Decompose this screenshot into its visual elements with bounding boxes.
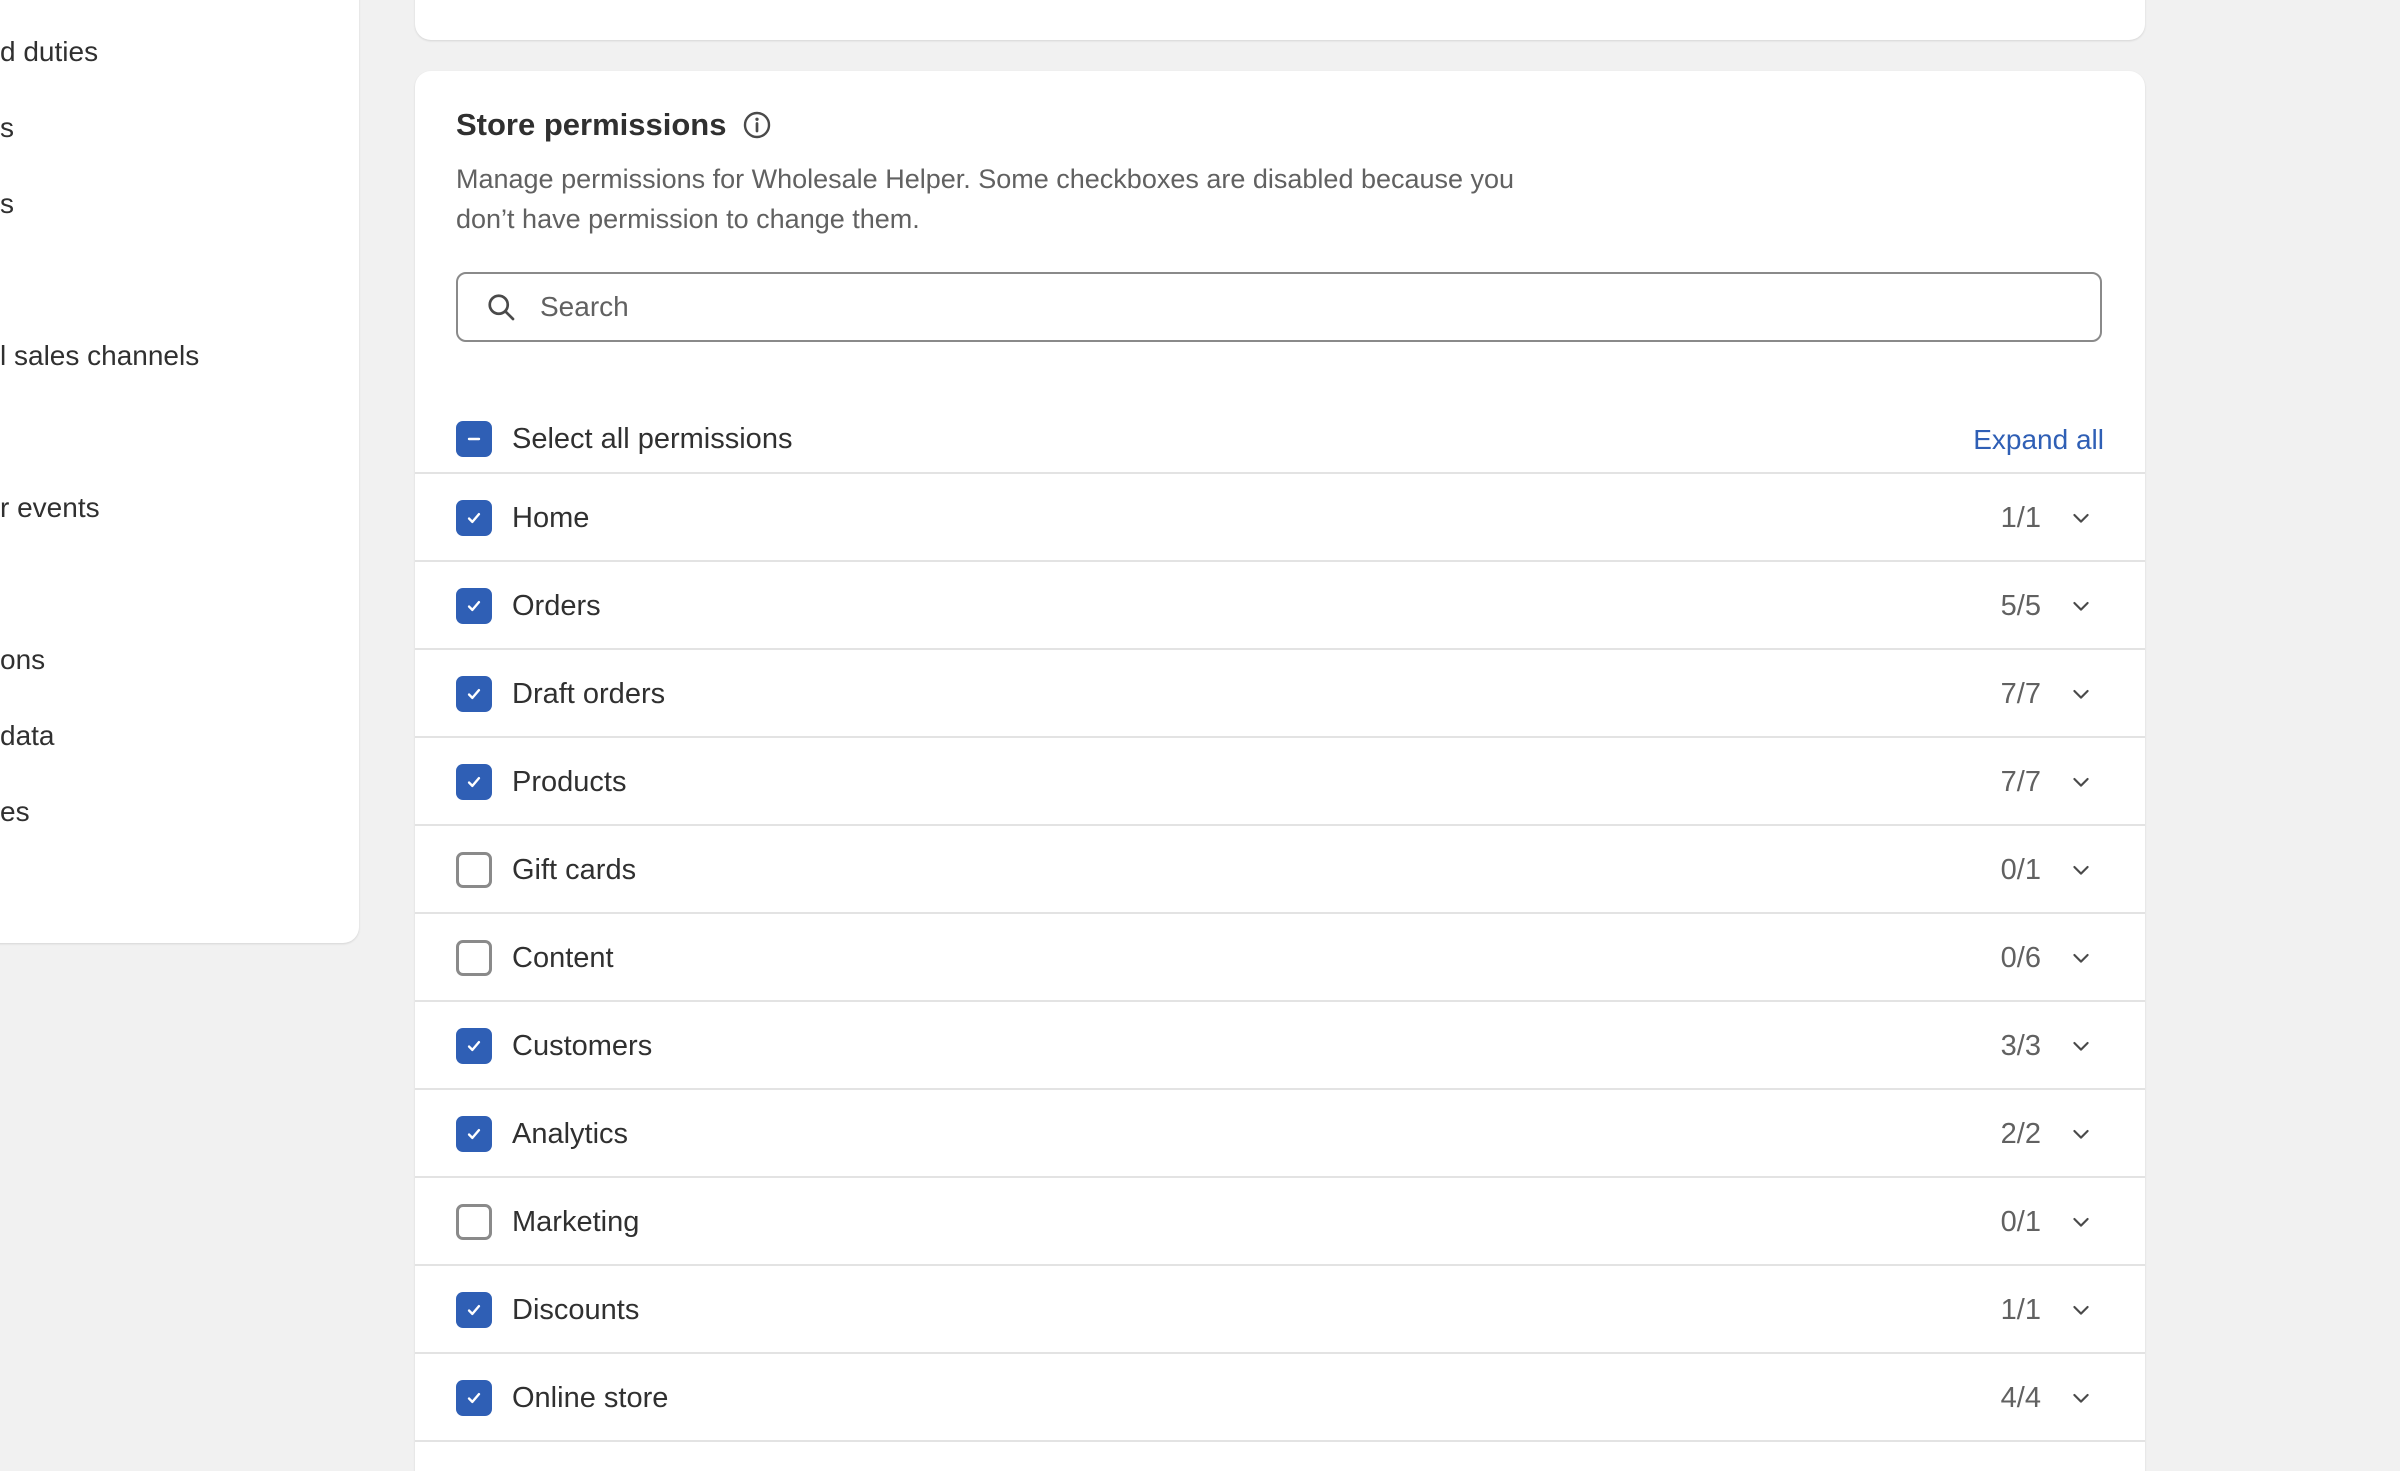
chevron-down-icon[interactable]: [2069, 506, 2093, 530]
permission-count: 0/6: [2000, 942, 2041, 974]
permission-row[interactable]: Discounts 1/1: [415, 1266, 2145, 1354]
permission-label: Draft orders: [512, 678, 666, 710]
permission-label: Gift cards: [512, 854, 637, 886]
permission-label: Content: [512, 942, 614, 974]
permission-row[interactable]: Draft orders 7/7: [415, 650, 2145, 738]
previous-section-card: [415, 0, 2145, 40]
permission-row[interactable]: Content 0/6: [415, 914, 2145, 1002]
permission-row[interactable]: Products 7/7: [415, 738, 2145, 826]
permission-count: 5/5: [2000, 590, 2041, 622]
chevron-down-icon[interactable]: [2069, 682, 2093, 706]
checkmark-icon: [467, 1392, 481, 1404]
chevron-down-icon[interactable]: [2069, 858, 2093, 882]
permission-count: 3/3: [2000, 1030, 2041, 1062]
sidebar-item[interactable]: r events: [0, 492, 100, 524]
sidebar-item[interactable]: data: [0, 720, 55, 752]
sidebar-item[interactable]: l sales channels: [0, 340, 199, 372]
checkmark-icon: [467, 688, 481, 700]
permission-count: 0/1: [2000, 854, 2041, 886]
permission-count: 1/1: [2000, 502, 2041, 534]
permission-label: Online store: [512, 1382, 669, 1414]
chevron-down-icon[interactable]: [2069, 1122, 2093, 1146]
chevron-down-icon[interactable]: [2069, 594, 2093, 618]
permission-label: Customers: [512, 1030, 653, 1062]
permission-row[interactable]: Home 1/1: [415, 474, 2145, 562]
sidebar-item[interactable]: s: [0, 112, 14, 144]
permission-label: Discounts: [512, 1294, 640, 1326]
search-icon: [488, 294, 515, 321]
permission-count: 1/1: [2000, 1294, 2041, 1326]
permission-label: Home: [512, 502, 590, 534]
section-title: Store permissions: [456, 107, 727, 142]
search-input[interactable]: [538, 290, 2042, 324]
search-field[interactable]: [456, 272, 2102, 342]
permission-row[interactable]: Online store 4/4: [415, 1354, 2145, 1442]
chevron-down-icon[interactable]: [2069, 1210, 2093, 1234]
permission-count: 7/7: [2000, 678, 2041, 710]
checkmark-icon: [467, 600, 481, 612]
permission-checkbox[interactable]: [456, 588, 492, 624]
checkmark-icon: [467, 776, 481, 788]
expand-all-link[interactable]: Expand all: [1973, 424, 2104, 456]
info-icon[interactable]: [742, 110, 772, 140]
permission-checkbox[interactable]: [456, 1380, 492, 1416]
select-all-row: Select all permissions Expand all: [415, 404, 2145, 474]
chevron-down-icon[interactable]: [2069, 1034, 2093, 1058]
chevron-down-icon[interactable]: [2069, 1386, 2093, 1410]
permission-label: Orders: [512, 590, 601, 622]
permission-count: 2/2: [2000, 1118, 2041, 1150]
permission-checkbox[interactable]: [456, 1204, 492, 1240]
permission-count: 0/1: [2000, 1206, 2041, 1238]
permission-checkbox[interactable]: [456, 852, 492, 888]
sidebar-item[interactable]: es: [0, 796, 30, 828]
permission-row[interactable]: Orders 5/5: [415, 562, 2145, 650]
permission-row[interactable]: Marketing 0/1: [415, 1178, 2145, 1266]
chevron-down-icon[interactable]: [2069, 1298, 2093, 1322]
permission-checkbox[interactable]: [456, 1116, 492, 1152]
section-description: Manage permissions for Wholesale Helper.…: [456, 164, 1515, 234]
minus-icon: [467, 437, 481, 441]
permission-checkbox[interactable]: [456, 764, 492, 800]
permission-count: 4/4: [2000, 1382, 2041, 1414]
checkmark-icon: [467, 1040, 481, 1052]
permission-label: Analytics: [512, 1118, 629, 1150]
checkmark-icon: [467, 1128, 481, 1140]
select-all-checkbox[interactable]: [456, 421, 492, 457]
sidebar-item[interactable]: ons: [0, 644, 45, 676]
permission-row[interactable]: Customers 3/3: [415, 1002, 2145, 1090]
permission-count: 7/7: [2000, 766, 2041, 798]
permission-checkbox[interactable]: [456, 940, 492, 976]
sidebar-item[interactable]: s: [0, 188, 14, 220]
select-all-label: Select all permissions: [512, 423, 793, 455]
permission-label: Products: [512, 766, 627, 798]
permission-row[interactable]: Gift cards 0/1: [415, 826, 2145, 914]
chevron-down-icon[interactable]: [2069, 770, 2093, 794]
permission-checkbox[interactable]: [456, 500, 492, 536]
store-permissions-card: Store permissions Manage permissions for…: [415, 71, 2145, 1471]
section-header: Store permissions: [456, 107, 772, 143]
permission-checkbox[interactable]: [456, 676, 492, 712]
checkmark-icon: [467, 512, 481, 524]
permission-label: Marketing: [512, 1206, 640, 1238]
permission-checkbox[interactable]: [456, 1292, 492, 1328]
permission-checkbox[interactable]: [456, 1028, 492, 1064]
checkmark-icon: [467, 1304, 481, 1316]
settings-sidebar: d duties s s l sales channels r events o…: [0, 0, 359, 943]
permission-row[interactable]: Analytics 2/2: [415, 1090, 2145, 1178]
chevron-down-icon[interactable]: [2069, 946, 2093, 970]
sidebar-item[interactable]: d duties: [0, 36, 98, 68]
